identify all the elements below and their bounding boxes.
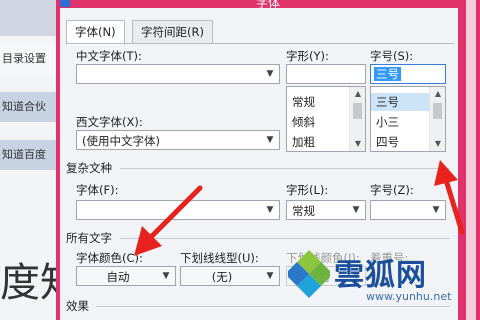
- style-input[interactable]: [286, 64, 366, 84]
- chevron-down-icon[interactable]: ▼: [429, 203, 443, 217]
- size-input[interactable]: 三号: [370, 64, 446, 84]
- complex-font-select[interactable]: ▼: [76, 200, 280, 220]
- complex-font-label: 字体(F):: [76, 183, 119, 197]
- tab-divider: [66, 43, 454, 44]
- complex-size-label: 字号(Z):: [370, 183, 414, 197]
- dialog-titlebar[interactable]: 字体: [56, 0, 462, 10]
- font-color-select[interactable]: 自动 ▼: [76, 266, 176, 286]
- western-font-label: 西文字体(X):: [76, 115, 143, 129]
- scroll-down-arrow-icon[interactable]: ▼: [350, 137, 366, 151]
- chevron-down-icon[interactable]: ▼: [263, 203, 277, 217]
- all-text-section-title: 所有文字: [66, 231, 112, 245]
- size-input-value: 三号: [374, 67, 401, 81]
- complex-size-select[interactable]: ▼: [370, 200, 446, 220]
- font-color-label: 字体颜色(C):: [76, 251, 143, 265]
- chevron-down-icon[interactable]: ▼: [263, 67, 277, 81]
- style-option-bold[interactable]: 加粗: [287, 133, 351, 151]
- watermark-url: www.yunhu.net: [366, 290, 452, 303]
- section-divider: [120, 238, 450, 239]
- style-scrollbar[interactable]: ▲ ▼: [349, 87, 365, 151]
- chevron-down-icon[interactable]: ▼: [349, 203, 363, 217]
- western-font-value: (使用中文字体): [82, 134, 160, 148]
- style-option-regular[interactable]: 常规: [287, 93, 351, 111]
- size-label: 字号(S):: [370, 49, 414, 63]
- scroll-up-arrow-icon[interactable]: ▲: [350, 87, 366, 101]
- font-color-value: 自动: [106, 270, 130, 284]
- complex-style-select[interactable]: 常规 ▼: [286, 200, 366, 220]
- background-scrollbar[interactable]: [466, 0, 476, 320]
- scroll-up-arrow-icon[interactable]: ▲: [430, 87, 446, 101]
- chinese-font-select[interactable]: ▼: [76, 64, 280, 84]
- style-option-italic[interactable]: 倾斜: [287, 113, 351, 131]
- tab-font[interactable]: 字体(N): [66, 20, 125, 45]
- background-right-strip: [462, 0, 480, 320]
- style-label: 字形(Y):: [286, 49, 329, 63]
- complex-style-label: 字形(L):: [286, 183, 329, 197]
- tab-character-spacing[interactable]: 字符间距(R): [132, 20, 213, 44]
- size-option-small-3[interactable]: 小三: [371, 113, 431, 131]
- scroll-thumb[interactable]: [433, 103, 442, 119]
- size-listbox[interactable]: 三号 小三 四号 ▲ ▼: [370, 86, 446, 152]
- western-font-select[interactable]: (使用中文字体) ▼: [76, 130, 280, 150]
- effects-section-title: 效果: [66, 299, 89, 313]
- app-icon: [60, 0, 70, 7]
- section-divider: [96, 306, 450, 307]
- watermark-brand: 雲狐网: [334, 258, 427, 293]
- style-listbox[interactable]: 常规 倾斜 加粗 ▲ ▼: [286, 86, 366, 152]
- underline-style-label: 下划线线型(U):: [180, 251, 259, 265]
- scroll-down-arrow-icon[interactable]: ▼: [430, 137, 446, 151]
- size-scrollbar[interactable]: ▲ ▼: [429, 87, 445, 151]
- scroll-thumb[interactable]: [353, 103, 362, 119]
- underline-style-select[interactable]: (无) ▼: [180, 266, 280, 286]
- chevron-down-icon[interactable]: ▼: [263, 269, 277, 283]
- chevron-down-icon[interactable]: ▼: [263, 133, 277, 147]
- watermark-logo-icon: [288, 250, 330, 298]
- chinese-font-label: 中文字体(T):: [76, 49, 142, 63]
- chevron-down-icon[interactable]: ▼: [159, 269, 173, 283]
- section-divider: [120, 168, 450, 169]
- size-option-4[interactable]: 四号: [371, 133, 431, 151]
- complex-style-value: 常规: [292, 204, 315, 218]
- underline-style-value: (无): [211, 270, 233, 284]
- complex-section-title: 复杂文种: [66, 161, 112, 175]
- size-option-3[interactable]: 三号: [371, 93, 431, 111]
